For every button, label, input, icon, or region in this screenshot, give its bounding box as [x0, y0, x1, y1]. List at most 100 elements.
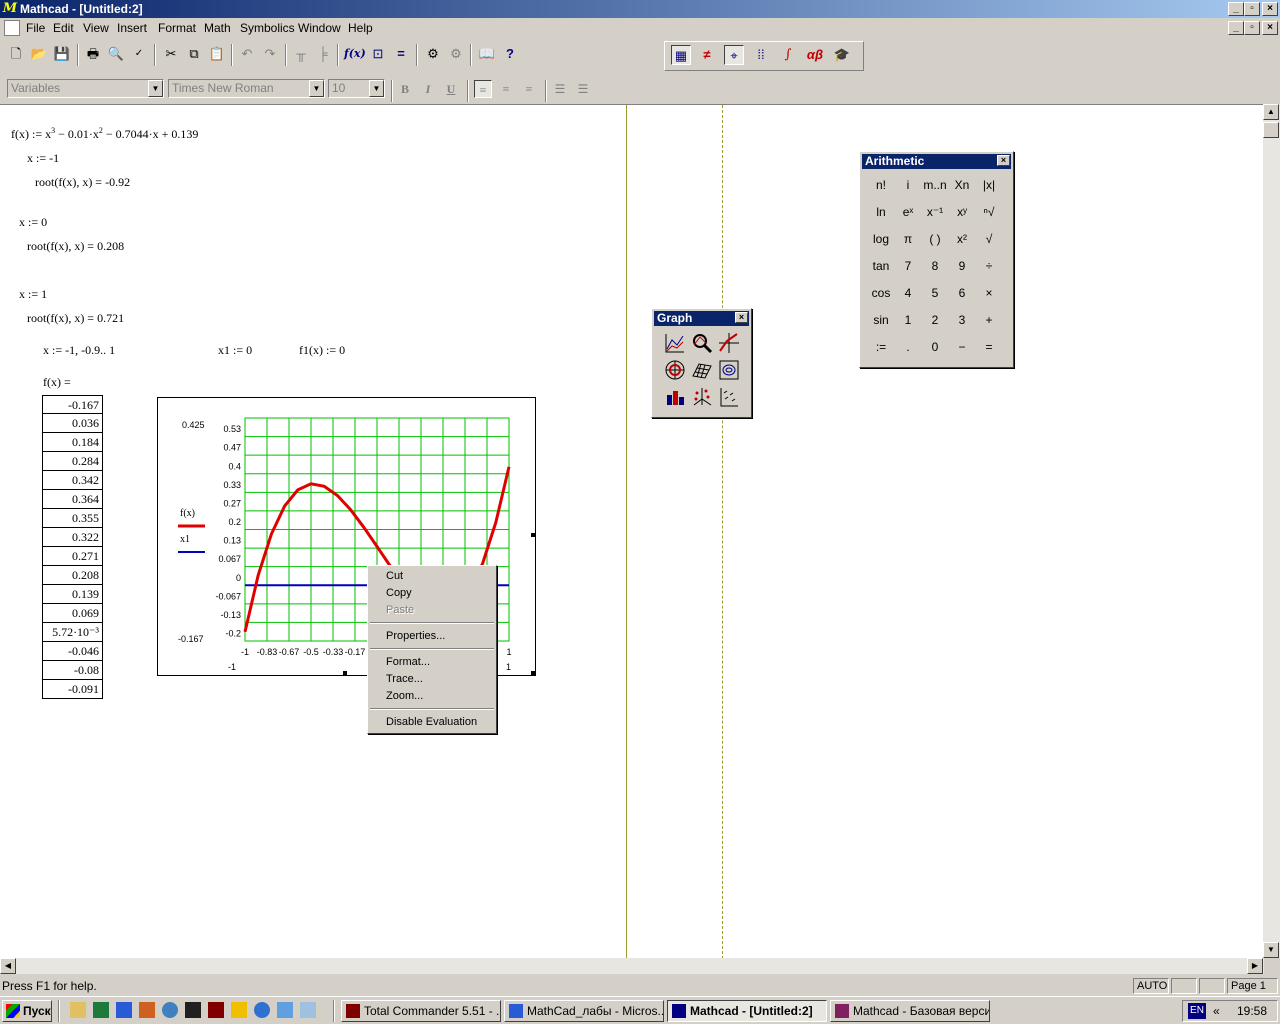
help-icon[interactable]: ? [500, 44, 520, 64]
quicklaunch-outlook-icon[interactable] [277, 1002, 293, 1018]
zoom-icon[interactable] [690, 331, 714, 355]
root-result-3[interactable]: root(f(x), x) = 0.721 [27, 311, 124, 326]
x1-definition[interactable]: x1 := 0 [218, 343, 252, 358]
resize-handle[interactable] [531, 671, 535, 675]
menu-format[interactable]: Format [158, 18, 196, 38]
arith-button-2-4[interactable]: √ [976, 226, 1002, 252]
arith-button-2-1[interactable]: π [895, 226, 921, 252]
menu-item-format[interactable]: Format... [386, 654, 430, 670]
resize-handle[interactable] [343, 671, 347, 675]
quicklaunch-commander-icon[interactable] [208, 1002, 224, 1018]
open-icon[interactable]: 📂 [29, 44, 49, 64]
menu-help[interactable]: Help [348, 18, 373, 38]
trace-icon[interactable] [717, 331, 741, 355]
table-label[interactable]: f(x) = [43, 375, 71, 390]
arith-button-1-2[interactable]: x⁻¹ [922, 199, 948, 225]
arith-button-2-2[interactable]: ( ) [922, 226, 948, 252]
contour-plot-icon[interactable] [717, 358, 741, 382]
xy-plot-icon[interactable] [663, 331, 687, 355]
arith-button-4-3[interactable]: 6 [949, 280, 975, 306]
menu-file[interactable]: File [26, 18, 45, 38]
arith-button-6-4[interactable]: = [976, 334, 1002, 360]
quicklaunch-word-icon[interactable] [116, 1002, 132, 1018]
task-word-document[interactable]: MathCad_лабы - Micros... [504, 1000, 664, 1022]
arith-button-1-0[interactable]: ln [868, 199, 894, 225]
paste-icon[interactable]: 📋 [207, 44, 227, 64]
arith-button-3-2[interactable]: 8 [922, 253, 948, 279]
x-assignment-3[interactable]: x := 1 [19, 287, 47, 302]
close-icon[interactable]: × [735, 312, 748, 323]
quicklaunch-network-icon[interactable] [162, 1002, 178, 1018]
quicklaunch-tool-icon[interactable] [185, 1002, 201, 1018]
quicklaunch-desktop-icon[interactable] [300, 1002, 316, 1018]
restore-button[interactable]: ▫ [1244, 2, 1260, 16]
italic-button[interactable]: I [419, 80, 437, 98]
quicklaunch-notepad-icon[interactable] [70, 1002, 86, 1018]
arith-button-4-4[interactable]: × [976, 280, 1002, 306]
start-button[interactable]: Пуск [2, 1000, 52, 1022]
align-across-icon[interactable]: ╥ [291, 44, 311, 64]
arith-button-5-1[interactable]: 1 [895, 307, 921, 333]
vector-field-icon[interactable] [717, 385, 741, 409]
quicklaunch-ie-icon[interactable] [254, 1002, 270, 1018]
close-button[interactable]: × [1262, 2, 1278, 16]
minimize-button[interactable]: _ [1228, 2, 1244, 16]
insert-function-icon[interactable]: f(x) [344, 44, 366, 64]
vertical-scrollbar[interactable]: ▲ ▼ [1263, 104, 1280, 958]
menu-item-trace[interactable]: Trace... [386, 671, 423, 687]
arith-button-6-1[interactable]: . [895, 334, 921, 360]
surface-plot-icon[interactable] [690, 358, 714, 382]
align-center-icon[interactable]: ≡ [497, 80, 515, 98]
doc-restore-button[interactable]: ▫ [1244, 21, 1260, 35]
arith-button-3-4[interactable]: ÷ [976, 253, 1002, 279]
menu-insert[interactable]: Insert [117, 18, 147, 38]
menu-edit[interactable]: Edit [53, 18, 74, 38]
menu-math[interactable]: Math [204, 18, 231, 38]
menu-item-cut[interactable]: Cut [386, 568, 403, 584]
redo-icon[interactable]: ↷ [260, 44, 280, 64]
scatter-plot-3d-icon[interactable] [690, 385, 714, 409]
result-table[interactable]: -0.167 0.036 0.184 0.284 0.342 0.364 0.355 0.32… [42, 395, 103, 699]
menu-item-copy[interactable]: Copy [386, 585, 412, 601]
arith-button-3-1[interactable]: 7 [895, 253, 921, 279]
resource-center-icon[interactable]: 📖 [477, 44, 497, 64]
underline-button[interactable]: U [442, 80, 460, 98]
resize-handle[interactable] [531, 533, 535, 537]
arith-button-0-0[interactable]: n! [868, 172, 894, 198]
run-script-icon[interactable]: ⚙ [446, 44, 466, 64]
polar-plot-icon[interactable] [663, 358, 687, 382]
arith-button-0-3[interactable]: Xn [949, 172, 975, 198]
quicklaunch-app-icon[interactable] [139, 1002, 155, 1018]
range-variable[interactable]: x := -1, -0.9.. 1 [43, 343, 115, 358]
align-down-icon[interactable]: ╞ [313, 44, 333, 64]
style-select[interactable]: Variables ▼ [7, 79, 164, 98]
arith-button-1-4[interactable]: ⁿ√ [976, 199, 1002, 225]
x-assignment-1[interactable]: x := -1 [27, 151, 59, 166]
insert-component-icon[interactable]: ⚙ [423, 44, 443, 64]
arith-button-5-4[interactable]: + [976, 307, 1002, 333]
arithmetic-palette-title[interactable]: Arithmetic × [862, 154, 1011, 169]
calculus-icon[interactable]: ∫ [778, 45, 798, 65]
arith-button-1-3[interactable]: xʸ [949, 199, 975, 225]
arith-button-2-3[interactable]: x² [949, 226, 975, 252]
arith-button-4-0[interactable]: cos [868, 280, 894, 306]
arith-button-4-2[interactable]: 5 [922, 280, 948, 306]
menu-item-zoom[interactable]: Zoom... [386, 688, 423, 704]
boolean-icon[interactable]: ≠ [697, 45, 717, 65]
scroll-left-icon[interactable]: ◀ [0, 958, 16, 974]
arith-button-4-1[interactable]: 4 [895, 280, 921, 306]
arith-button-6-2[interactable]: 0 [922, 334, 948, 360]
numbering-icon[interactable]: ☰ [574, 80, 592, 98]
copy-icon[interactable]: ⧉ [184, 44, 204, 64]
arith-button-3-3[interactable]: 9 [949, 253, 975, 279]
menu-window[interactable]: Window [298, 18, 341, 38]
arith-button-5-2[interactable]: 2 [922, 307, 948, 333]
spell-check-icon[interactable]: ✓ [129, 44, 149, 64]
worksheet[interactable]: f(x) := x3 − 0.01·x2 − 0.7044·x + 0.139 … [0, 104, 1263, 958]
scroll-up-icon[interactable]: ▲ [1263, 104, 1279, 120]
quicklaunch-excel-icon[interactable] [93, 1002, 109, 1018]
undo-icon[interactable]: ↶ [237, 44, 257, 64]
arith-button-1-1[interactable]: eˣ [895, 199, 921, 225]
arith-button-0-4[interactable]: |x| [976, 172, 1002, 198]
root-result-2[interactable]: root(f(x), x) = 0.208 [27, 239, 124, 254]
